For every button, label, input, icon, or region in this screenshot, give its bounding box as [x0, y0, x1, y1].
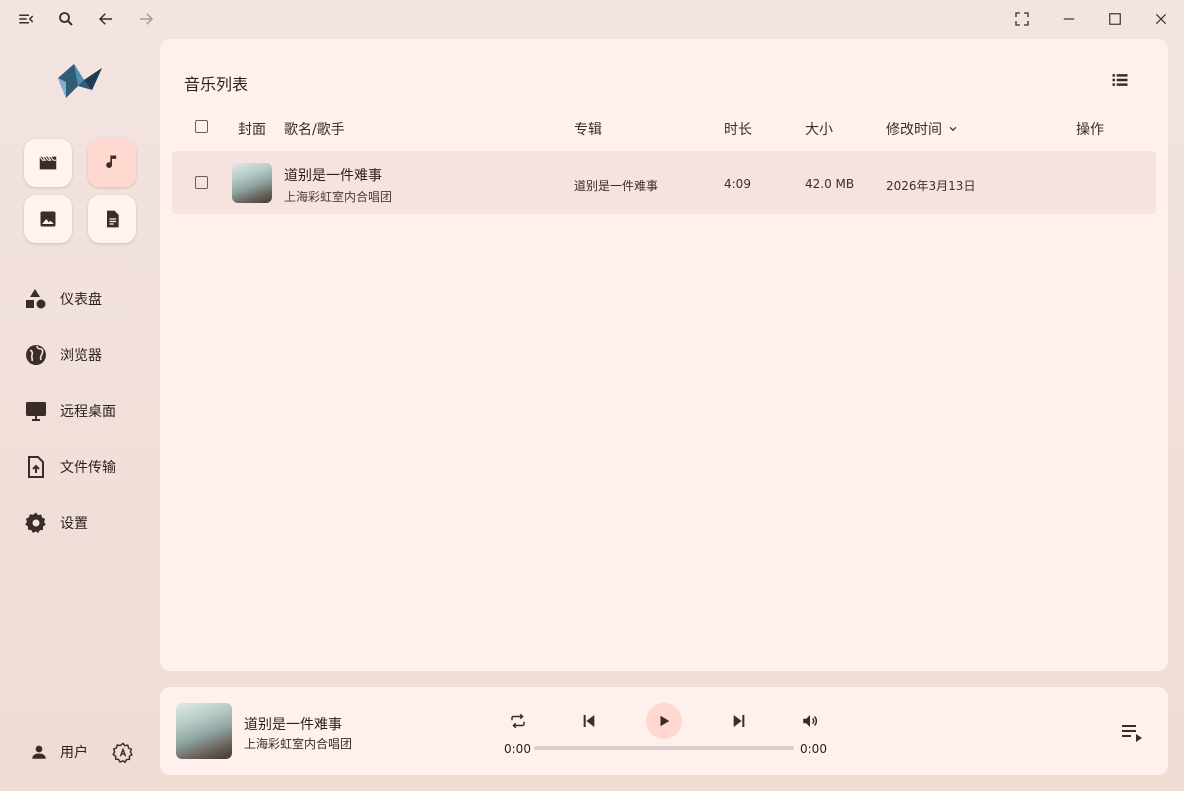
- album-cover-thumbnail: [232, 163, 272, 203]
- nav-label: 文件传输: [60, 460, 116, 476]
- play-button[interactable]: [646, 703, 682, 739]
- app-logo: [54, 60, 106, 102]
- previous-track-icon[interactable]: [577, 709, 601, 733]
- maximize-icon[interactable]: [1101, 5, 1129, 33]
- video-tile-button[interactable]: [24, 139, 72, 187]
- column-header-duration[interactable]: 时长: [724, 119, 752, 139]
- nav-file-transfer[interactable]: 文件传输: [24, 449, 144, 485]
- nav-label: 浏览器: [60, 348, 102, 364]
- nav-label: 设置: [60, 516, 88, 532]
- row-size: 42.0 MB: [805, 177, 855, 191]
- music-tile-button[interactable]: [88, 139, 136, 187]
- play-icon: [657, 714, 671, 728]
- total-time: 0:00: [800, 742, 827, 756]
- nav-remote-desktop[interactable]: 远程桌面: [24, 393, 144, 429]
- row-album: 道别是一件难事: [574, 179, 659, 193]
- now-playing-artist: 上海彩虹室内合唱团: [244, 737, 353, 751]
- volume-icon[interactable]: [798, 709, 822, 733]
- column-header-cover: 封面: [238, 122, 266, 138]
- user-label: 用户: [60, 745, 88, 761]
- column-header-title[interactable]: 歌名/歌手: [284, 119, 345, 139]
- forward-arrow-icon[interactable]: [132, 5, 160, 33]
- collapse-sidebar-icon[interactable]: [12, 5, 40, 33]
- shapes-icon: [24, 287, 48, 311]
- view-list-icon[interactable]: [1108, 68, 1132, 92]
- column-header-size[interactable]: 大小: [805, 119, 833, 139]
- back-arrow-icon[interactable]: [92, 5, 120, 33]
- row-duration: 4:09: [724, 177, 751, 191]
- progress-slider[interactable]: [534, 746, 794, 750]
- select-all-checkbox[interactable]: [195, 120, 208, 133]
- repeat-icon[interactable]: [506, 709, 530, 733]
- nav-browser[interactable]: 浏览器: [24, 337, 144, 373]
- user-icon: [30, 743, 48, 761]
- document-tile-button[interactable]: [88, 195, 136, 243]
- nav-label: 远程桌面: [60, 404, 116, 420]
- now-playing-cover: [176, 703, 232, 759]
- now-playing-title: 道别是一件难事: [244, 717, 342, 733]
- nav-settings[interactable]: 设置: [24, 505, 144, 541]
- monitor-icon: [24, 399, 48, 423]
- theme-settings-icon[interactable]: [110, 740, 136, 766]
- gear-icon: [24, 511, 48, 535]
- chevron-down-icon: [948, 124, 958, 134]
- row-song-title: 道别是一件难事: [284, 168, 382, 184]
- column-header-actions: 操作: [1076, 122, 1104, 138]
- row-checkbox[interactable]: [195, 176, 208, 189]
- file-upload-icon: [24, 455, 48, 479]
- column-header-modified-label: 修改时间: [886, 122, 942, 138]
- nav-label: 仪表盘: [60, 292, 102, 308]
- user-button[interactable]: 用户: [30, 742, 88, 762]
- minimize-icon[interactable]: [1055, 5, 1083, 33]
- search-icon[interactable]: [52, 5, 80, 33]
- image-tile-button[interactable]: [24, 195, 72, 243]
- row-modified: 2026年3月13日: [886, 179, 976, 193]
- globe-icon: [24, 343, 48, 367]
- column-header-album[interactable]: 专辑: [574, 119, 602, 139]
- next-track-icon[interactable]: [727, 709, 751, 733]
- fullscreen-icon[interactable]: [1008, 5, 1036, 33]
- column-header-modified[interactable]: 修改时间: [886, 119, 958, 139]
- nav-dashboard[interactable]: 仪表盘: [24, 281, 144, 317]
- page-title: 音乐列表: [184, 75, 249, 94]
- close-icon[interactable]: [1147, 5, 1175, 33]
- current-time: 0:00: [504, 742, 531, 756]
- playlist-queue-icon[interactable]: [1118, 718, 1146, 746]
- row-artist: 上海彩虹室内合唱团: [284, 190, 393, 204]
